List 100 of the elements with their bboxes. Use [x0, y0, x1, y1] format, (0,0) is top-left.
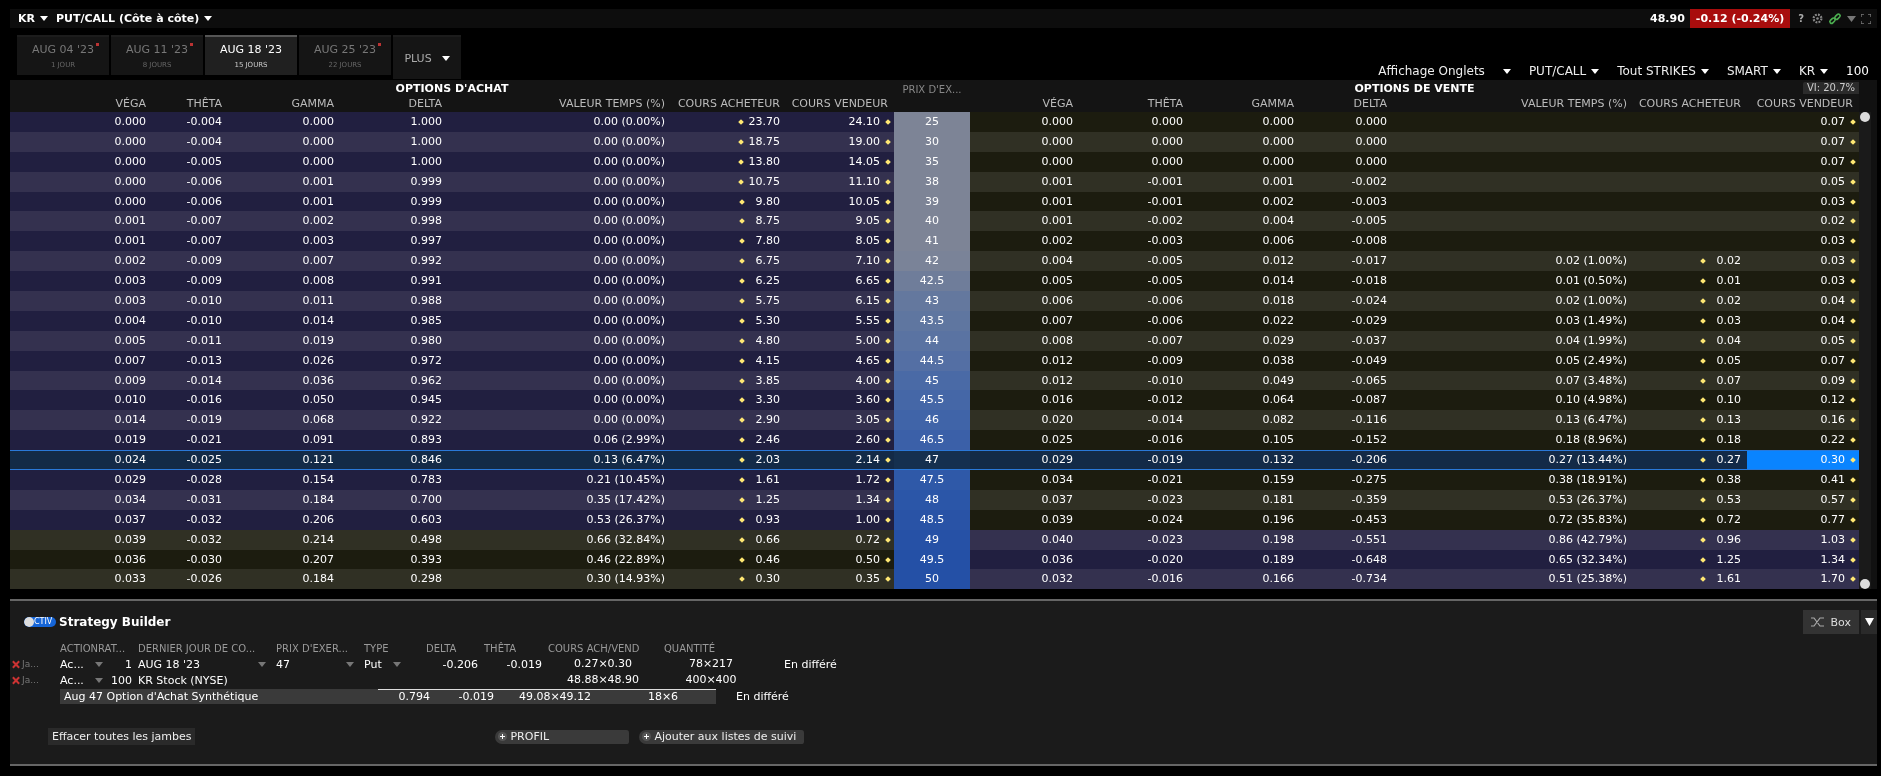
add-button[interactable]: PROFIL: [495, 729, 630, 744]
table-cell: 0.002: [228, 211, 340, 232]
strike-cell[interactable]: 47: [894, 450, 970, 471]
table-cell: -0.206: [1300, 450, 1393, 471]
action-dropdown[interactable]: Ac...: [60, 657, 103, 671]
table-cell: 0.207: [228, 549, 340, 570]
view-dropdown[interactable]: PUT/CALL (Côte à côte): [56, 12, 213, 25]
table-cell: 0.09: [1747, 370, 1859, 391]
strike-cell[interactable]: 25: [894, 112, 970, 132]
table-cell: 0.000: [10, 131, 152, 152]
table-cell: -0.009: [152, 251, 228, 272]
table-cell: 0.091: [228, 430, 340, 451]
strike-cell[interactable]: 43.5: [894, 310, 970, 331]
table-cell: 0.27 (13.44%): [1393, 450, 1633, 471]
strike-cell[interactable]: 39: [894, 191, 970, 212]
strike-cell[interactable]: 46.5: [894, 430, 970, 451]
table-cell: 0.000: [1079, 131, 1189, 152]
control-dropdown[interactable]: Tout STRIKES: [1617, 64, 1709, 78]
expiry-dropdown[interactable]: AUG 18 '23: [138, 657, 276, 671]
table-cell: 0.46: [671, 549, 786, 570]
strike-cell[interactable]: 48: [894, 489, 970, 510]
expand-icon[interactable]: [1861, 13, 1871, 24]
table-cell: -0.116: [1300, 410, 1393, 431]
table-cell: 0.27: [1633, 450, 1747, 471]
strike-cell[interactable]: 45: [894, 370, 970, 391]
scrollbar[interactable]: [1859, 112, 1871, 590]
strike-dropdown[interactable]: 47: [276, 657, 364, 671]
clear-legs-button[interactable]: Effacer toutes les jambes: [48, 728, 196, 746]
table-cell: 0.30: [1747, 450, 1859, 471]
column-header: THÊTA: [484, 642, 518, 654]
table-cell: 0.992: [340, 251, 448, 272]
table-cell: -0.551: [1300, 529, 1393, 550]
strike-cell[interactable]: 40: [894, 211, 970, 232]
control-dropdown[interactable]: PUT/CALL: [1528, 64, 1600, 78]
strike-cell[interactable]: 50: [894, 569, 970, 590]
caret-icon: [204, 16, 213, 21]
box-button[interactable]: Box: [1802, 610, 1859, 635]
strike-cell[interactable]: 43: [894, 291, 970, 311]
action-dropdown[interactable]: Ac...: [60, 673, 103, 687]
dropdown-button[interactable]: [1861, 610, 1877, 635]
table-cell: 0.034: [10, 489, 152, 510]
table-cell: 0.105: [1189, 430, 1300, 451]
table-cell: 1.34: [1747, 549, 1859, 570]
table-cell: 0.001: [228, 171, 340, 192]
table-cell: 0.00 (0.00%): [448, 231, 671, 252]
table-cell: 0.002: [10, 251, 152, 272]
symbol-dropdown[interactable]: KR: [18, 12, 48, 25]
add-button[interactable]: Ajouter aux listes de suivi: [639, 729, 805, 744]
table-cell: 0.03: [1747, 271, 1859, 292]
strike-cell[interactable]: 42: [894, 251, 970, 272]
table-cell: 0.04: [1633, 330, 1747, 351]
link-icon[interactable]: [1828, 11, 1842, 26]
table-cell: -0.734: [1300, 569, 1393, 590]
table-cell: 6.15: [786, 291, 894, 311]
table-cell: 0.21 (10.45%): [448, 470, 671, 491]
table-cell: 0.603: [340, 509, 448, 530]
caret-icon: [1700, 68, 1709, 74]
settings-icon[interactable]: [1812, 13, 1823, 24]
strike-cell[interactable]: 48.5: [894, 509, 970, 530]
section-title: OPTIONS DE VENTE: [1354, 81, 1475, 97]
table-cell-text: 78×217: [687, 656, 735, 673]
more-tab[interactable]: PLUS: [393, 35, 461, 79]
strike-cell[interactable]: 44.5: [894, 350, 970, 371]
strike-cell[interactable]: 49: [894, 529, 970, 550]
table-cell-text: 0.27×0.30: [572, 656, 634, 673]
shuffle-icon: [1810, 617, 1825, 628]
caret-icon[interactable]: [1847, 15, 1856, 22]
instrument-label: KR Stock (NYSE): [138, 673, 228, 687]
strike-cell[interactable]: 41: [894, 231, 970, 252]
table-cell: 0.07: [1747, 131, 1859, 152]
caret-icon: [1591, 68, 1600, 74]
help-button[interactable]: ?: [1790, 13, 1812, 24]
table-cell: 2.90: [671, 410, 786, 431]
strike-cell[interactable]: 45.5: [894, 390, 970, 411]
table-cell: 0.72 (35.83%): [1393, 509, 1633, 530]
table-cell: 5.30: [671, 310, 786, 331]
strike-cell[interactable]: 49.5: [894, 549, 970, 570]
control-dropdown[interactable]: Affichage Onglets: [1378, 64, 1511, 78]
strike-cell[interactable]: 46: [894, 410, 970, 431]
column-header: COURS ACHETEUR: [1637, 96, 1742, 112]
strike-cell[interactable]: 47.5: [894, 470, 970, 491]
column-header: TYPE: [364, 642, 390, 654]
column-header: THÊTA: [1146, 96, 1184, 112]
table-cell: 0.004: [1189, 211, 1300, 232]
table-cell: 0.53 (26.37%): [1393, 489, 1633, 510]
control-dropdown[interactable]: SMART: [1726, 64, 1781, 78]
table-cell: -0.007: [152, 211, 228, 232]
strike-cell[interactable]: 38: [894, 171, 970, 192]
type-dropdown[interactable]: Put: [364, 657, 401, 671]
strike-cell[interactable]: 30: [894, 131, 970, 152]
table-cell: -0.006: [1079, 291, 1189, 311]
table-cell: 0.05: [1633, 350, 1747, 371]
strike-cell[interactable]: 42.5: [894, 271, 970, 292]
table-cell: 1.000: [340, 131, 448, 152]
strategy-name: Aug 47 Option d'Achat Synthétique: [63, 689, 260, 703]
table-cell: 0.000: [1189, 151, 1300, 172]
strike-cell[interactable]: 35: [894, 151, 970, 172]
strike-cell[interactable]: 44: [894, 330, 970, 351]
active-toggle[interactable]: CTIV: [24, 617, 56, 628]
control-dropdown[interactable]: KR: [1798, 64, 1829, 78]
